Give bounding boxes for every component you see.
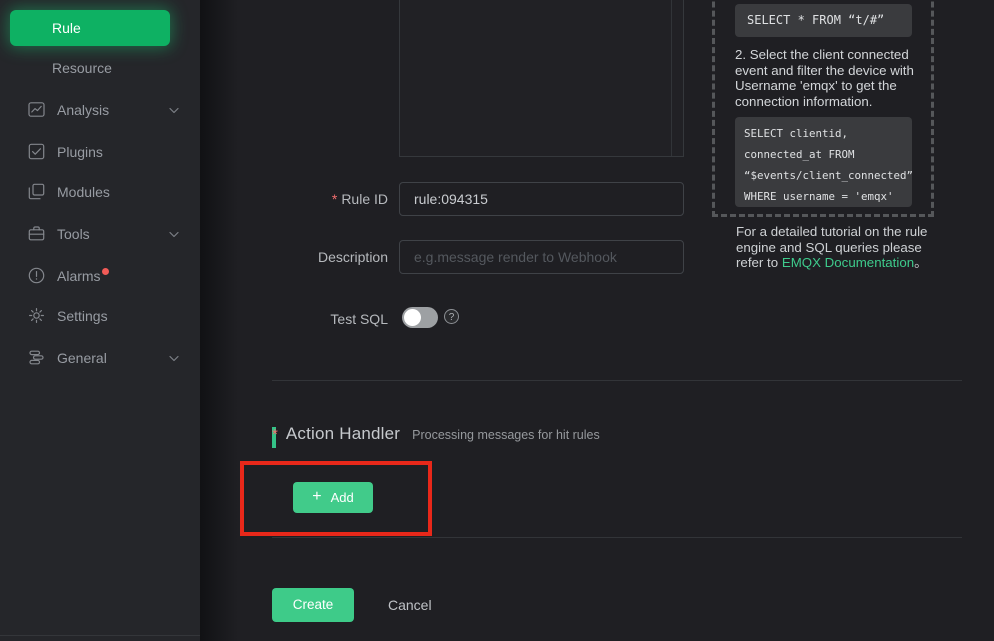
help-question-icon[interactable]: ? bbox=[444, 309, 459, 324]
sidebar-item-label: General bbox=[57, 343, 107, 373]
section-divider-top bbox=[272, 380, 962, 381]
toggle-knob bbox=[404, 309, 421, 326]
test-sql-label: Test SQL bbox=[200, 309, 388, 329]
sql-editor[interactable] bbox=[399, 0, 684, 157]
chevron-down-icon bbox=[169, 107, 179, 114]
alarms-badge bbox=[102, 268, 109, 275]
sidebar-item-plugins[interactable]: Plugins bbox=[0, 137, 200, 167]
sidebar-item-general[interactable]: General bbox=[0, 343, 200, 373]
add-action-button[interactable]: + Add bbox=[293, 482, 373, 513]
add-button-label: Add bbox=[331, 490, 354, 505]
sidebar: Rule Resource Analysis Plugins Modules bbox=[0, 0, 200, 641]
editor-scrollbar[interactable] bbox=[671, 0, 672, 156]
plus-icon: + bbox=[312, 489, 321, 505]
emqx-documentation-link[interactable]: EMQX Documentation bbox=[782, 255, 914, 270]
sql-example-2: SELECT clientid, connected_at FROM “$eve… bbox=[735, 117, 912, 207]
sidebar-item-modules[interactable]: Modules bbox=[0, 177, 200, 207]
description-label: Description bbox=[200, 247, 388, 267]
sidebar-item-label: Tools bbox=[57, 219, 90, 249]
sidebar-item-label: Rule bbox=[52, 20, 81, 36]
sidebar-item-label: Plugins bbox=[57, 137, 103, 167]
sidebar-item-label: Settings bbox=[57, 301, 108, 331]
sql-line: connected_at FROM bbox=[744, 144, 912, 165]
required-asterisk: * bbox=[272, 426, 278, 443]
sidebar-item-label: Alarms bbox=[57, 261, 109, 291]
sidebar-item-tools[interactable]: Tools bbox=[0, 219, 200, 249]
sidebar-divider bbox=[0, 635, 200, 636]
section-subtitle: Processing messages for hit rules bbox=[412, 428, 600, 442]
sidebar-item-rule[interactable]: Rule bbox=[10, 10, 170, 46]
required-asterisk: * bbox=[332, 191, 337, 207]
tools-toolbox-icon bbox=[28, 225, 45, 242]
rule-id-label: *Rule ID bbox=[200, 189, 388, 209]
sidebar-item-label: Resource bbox=[52, 53, 112, 83]
plugins-checkbox-icon bbox=[28, 143, 45, 160]
help-step-2-text: 2. Select the client connected event and… bbox=[735, 47, 919, 109]
tutorial-text: For a detailed tutorial on the rule engi… bbox=[736, 224, 928, 271]
description-input[interactable] bbox=[399, 240, 684, 274]
chevron-down-icon bbox=[169, 355, 179, 362]
tutorial-suffix: 。 bbox=[914, 255, 927, 270]
modules-copy-icon bbox=[28, 183, 45, 200]
sql-line: WHERE username = 'emqx' bbox=[744, 186, 912, 207]
sidebar-item-settings[interactable]: Settings bbox=[0, 301, 200, 331]
sql-line: SELECT clientid, bbox=[744, 123, 912, 144]
sql-example-1: SELECT * FROM “t/#” bbox=[735, 4, 912, 37]
sidebar-item-resource[interactable]: Resource bbox=[0, 53, 200, 83]
sidebar-item-label: Analysis bbox=[57, 95, 109, 125]
rule-id-input[interactable] bbox=[399, 182, 684, 216]
sidebar-item-label: Modules bbox=[57, 177, 110, 207]
chevron-down-icon bbox=[169, 231, 179, 238]
sql-line: “$events/client_connected” bbox=[744, 165, 912, 186]
sidebar-item-alarms[interactable]: Alarms bbox=[0, 261, 200, 291]
section-title: Action Handler bbox=[286, 424, 400, 444]
sidebar-item-analysis[interactable]: Analysis bbox=[0, 95, 200, 125]
settings-gear-icon bbox=[28, 307, 45, 324]
section-divider-bottom bbox=[272, 537, 962, 538]
test-sql-toggle[interactable] bbox=[402, 307, 438, 328]
general-stack-icon bbox=[28, 349, 45, 366]
alarms-alert-icon bbox=[28, 267, 45, 284]
analysis-chart-icon bbox=[28, 101, 45, 118]
create-button[interactable]: Create bbox=[272, 588, 354, 622]
cancel-button[interactable]: Cancel bbox=[388, 595, 432, 615]
action-handler-header: * Action Handler Processing messages for… bbox=[272, 424, 600, 446]
